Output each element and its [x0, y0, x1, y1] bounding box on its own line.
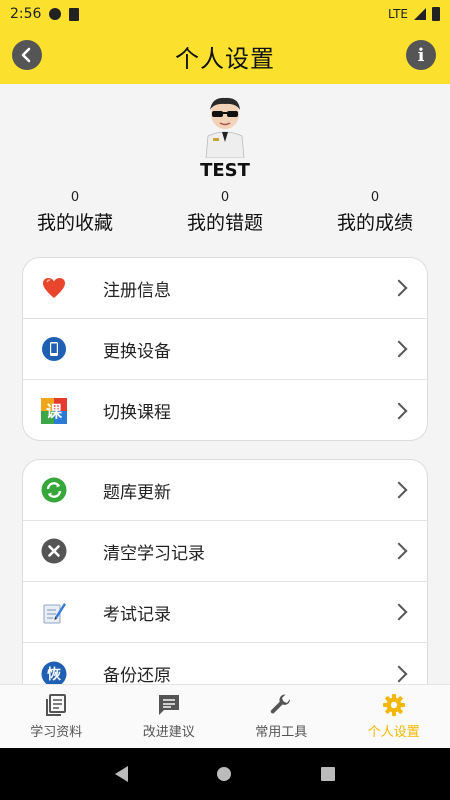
- chevron-right-icon: [390, 340, 408, 358]
- menu-item-label: 切换课程: [103, 403, 171, 423]
- refresh-icon: [41, 477, 67, 503]
- home-nav-icon[interactable]: [217, 767, 232, 781]
- back-nav-icon[interactable]: [114, 766, 128, 782]
- system-nav-bar: [0, 748, 450, 800]
- signal-icon: [414, 8, 426, 20]
- favorites-label: 我的收藏: [36, 212, 113, 234]
- menu-item-label: 备份还原: [103, 666, 171, 686]
- scores-label: 我的成绩: [336, 212, 413, 234]
- stat-favorites[interactable]: 0 我的收藏: [0, 190, 150, 235]
- tab-label: 常用工具: [255, 725, 308, 740]
- message-icon: [158, 695, 179, 715]
- book-icon: [46, 694, 67, 716]
- tab-label: 学习资料: [30, 725, 83, 740]
- menu-card-data: 题库更新 清空学习记录 考试记录 恢 备份还原: [22, 459, 428, 719]
- menu-item-exam-records[interactable]: 考试记录: [23, 582, 427, 643]
- favorites-count: 0: [70, 190, 80, 205]
- chevron-right-icon: [390, 279, 408, 297]
- phone-icon: [41, 336, 67, 362]
- menu-item-switch-course[interactable]: 课 切换课程: [23, 380, 427, 440]
- chevron-right-icon: [390, 542, 408, 560]
- exam-record-icon: [41, 599, 67, 625]
- gear-icon: [382, 694, 405, 716]
- status-time: 2:56: [10, 6, 42, 22]
- stat-scores[interactable]: 0 我的成绩: [300, 190, 450, 235]
- chevron-right-icon: [390, 603, 408, 621]
- tab-label: 改进建议: [142, 725, 195, 740]
- stats-row: 0 我的收藏 0 我的错题 0 我的成绩: [0, 190, 450, 235]
- info-icon: i: [417, 44, 425, 66]
- menu-card-account: 注册信息 更换设备 课 切换课程: [22, 257, 428, 441]
- menu-item-label: 更换设备: [103, 341, 171, 362]
- app-header: 个人设置 i: [0, 28, 450, 84]
- scores-count: 0: [370, 190, 380, 205]
- tab-label: 个人设置: [367, 725, 420, 740]
- menu-item-label: 考试记录: [103, 604, 171, 625]
- chevron-left-icon: [21, 47, 31, 63]
- backup-icon: 恢: [41, 661, 67, 687]
- course-icon-glyph: 课: [46, 402, 63, 421]
- back-button[interactable]: [12, 40, 42, 70]
- tab-personal-settings[interactable]: 个人设置: [338, 685, 450, 748]
- username: TEST: [200, 160, 250, 181]
- course-icon: 课: [41, 397, 67, 424]
- menu-item-clear-records[interactable]: 清空学习记录: [23, 521, 427, 582]
- menu-item-change-device[interactable]: 更换设备: [23, 319, 427, 380]
- info-button[interactable]: i: [406, 40, 436, 70]
- menu-item-update-question-bank[interactable]: 题库更新: [23, 460, 427, 521]
- stat-wrong-questions[interactable]: 0 我的错题: [150, 190, 300, 235]
- tab-study-materials[interactable]: 学习资料: [0, 685, 113, 748]
- battery-icon: [432, 7, 440, 21]
- wrench-icon: [271, 694, 291, 714]
- menu-item-label: 题库更新: [103, 482, 171, 503]
- chevron-right-icon: [390, 665, 408, 682]
- page-title: 个人设置: [175, 44, 275, 73]
- backup-icon-glyph: 恢: [47, 666, 61, 683]
- sim-card-icon: [69, 7, 80, 21]
- chevron-right-icon: [390, 402, 408, 419]
- notification-icon: [49, 8, 62, 20]
- network-label: LTE: [388, 7, 408, 21]
- heart-icon: [41, 275, 67, 301]
- menu-item-label: 清空学习记录: [103, 543, 205, 564]
- chevron-right-icon: [390, 481, 408, 499]
- wrong-questions-label: 我的错题: [186, 212, 263, 234]
- recents-nav-icon[interactable]: [321, 767, 336, 781]
- bottom-nav: 学习资料 改进建议 常用工具 个人设置: [0, 684, 450, 748]
- wrong-questions-count: 0: [220, 190, 230, 205]
- status-bar: 2:56 LTE: [0, 0, 450, 28]
- avatar[interactable]: [198, 94, 252, 158]
- menu-item-register-info[interactable]: 注册信息: [23, 258, 427, 319]
- clear-icon: [41, 538, 67, 564]
- menu-item-label: 注册信息: [103, 280, 171, 301]
- tab-suggestions[interactable]: 改进建议: [113, 685, 226, 748]
- tab-tools[interactable]: 常用工具: [225, 685, 338, 748]
